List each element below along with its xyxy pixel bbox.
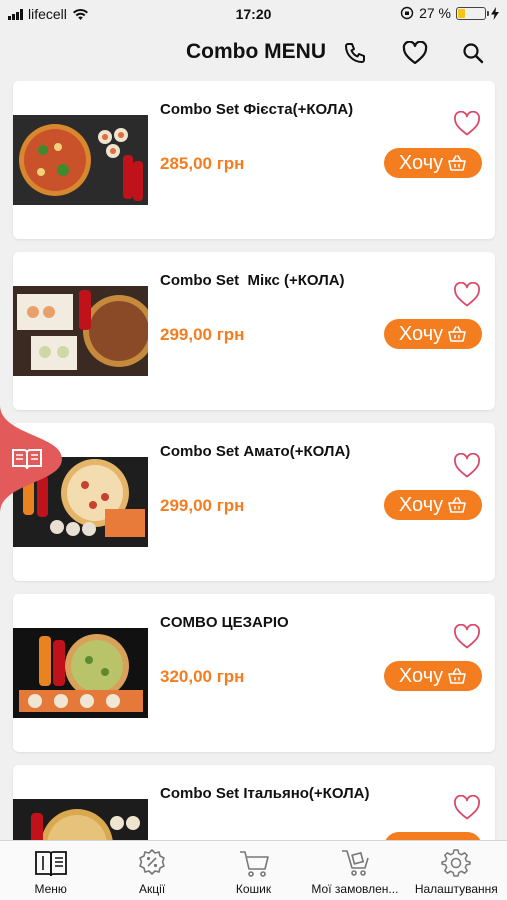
tab-label: Кошик xyxy=(235,882,272,896)
tab-menu[interactable]: Меню xyxy=(0,841,101,900)
phone-button[interactable] xyxy=(341,39,369,67)
search-icon xyxy=(463,43,484,64)
tab-promotions[interactable]: Акції xyxy=(101,841,202,900)
product-card[interactable]: Combo Set Амато(+КОЛА) 299,00 грн Хочу xyxy=(13,423,495,581)
product-image[interactable] xyxy=(13,628,148,718)
tab-label: Акції xyxy=(139,882,166,896)
orders-cart-icon xyxy=(338,847,372,879)
heart-outline-icon xyxy=(454,794,480,820)
product-name[interactable]: COMBO ЦЕЗАРІО xyxy=(160,614,289,631)
charging-bolt-icon xyxy=(491,6,499,20)
cart-icon xyxy=(237,847,271,879)
tab-cart[interactable]: Кошик xyxy=(203,841,304,900)
battery-percent: 27 % xyxy=(419,5,451,21)
menu-book-icon xyxy=(34,847,68,879)
want-button[interactable]: Хочу xyxy=(384,661,482,691)
side-menu-tab[interactable] xyxy=(0,405,62,513)
heart-outline-icon xyxy=(454,623,480,649)
tab-label: Мої замовлен... xyxy=(311,882,399,896)
want-button[interactable]: Хочу xyxy=(384,490,482,520)
product-list[interactable]: Combo Set Фієста(+КОЛА) 285,00 грн Хочу xyxy=(0,81,507,841)
tab-my-orders[interactable]: Мої замовлен... xyxy=(304,841,405,900)
discount-icon xyxy=(135,847,169,879)
heart-icon xyxy=(402,41,428,65)
page-title: Combo MENU xyxy=(186,40,326,63)
search-button[interactable] xyxy=(459,39,487,67)
want-button[interactable]: Хочу xyxy=(384,319,482,349)
orientation-lock-icon xyxy=(400,6,414,20)
product-name[interactable]: Combo Set Фієста(+КОЛА) xyxy=(160,101,353,118)
gear-icon xyxy=(439,847,473,879)
basket-icon xyxy=(448,155,466,171)
want-button-label: Хочу xyxy=(398,322,444,345)
phone-icon xyxy=(345,43,365,63)
tab-label: Налаштування xyxy=(414,882,498,896)
product-price: 299,00 грн xyxy=(160,496,245,515)
basket-icon xyxy=(448,497,466,513)
want-button[interactable]: Хочу xyxy=(384,148,482,178)
want-button-label: Хочу xyxy=(398,493,444,516)
want-button-label: Хочу xyxy=(398,151,444,174)
heart-outline-icon xyxy=(454,281,480,307)
product-price: 320,00 грн xyxy=(160,667,245,686)
add-to-favorites-button[interactable] xyxy=(453,281,481,308)
product-card[interactable]: Combo Set Фієста(+КОЛА) 285,00 грн Хочу xyxy=(13,81,495,239)
heart-outline-icon xyxy=(454,452,480,478)
product-image[interactable] xyxy=(13,286,148,376)
product-image[interactable] xyxy=(13,115,148,205)
add-to-favorites-button[interactable] xyxy=(453,794,481,821)
open-book-icon xyxy=(12,449,42,470)
product-card[interactable]: Combo Set Італьяно(+КОЛА) xyxy=(13,765,495,841)
product-card[interactable]: COMBO ЦЕЗАРІО 320,00 грн Хочу xyxy=(13,594,495,752)
add-to-favorites-button[interactable] xyxy=(453,623,481,650)
basket-icon xyxy=(448,326,466,342)
add-to-favorites-button[interactable] xyxy=(453,110,481,137)
product-name[interactable]: Combo Set Амато(+КОЛА) xyxy=(160,443,350,460)
product-name[interactable]: Combo Set Мікс (+КОЛА) xyxy=(160,272,345,289)
tab-label: Меню xyxy=(34,882,67,896)
add-to-favorites-button[interactable] xyxy=(453,452,481,479)
basket-icon xyxy=(448,668,466,684)
status-bar: lifecell 17:20 27 % xyxy=(0,0,507,28)
favorites-button[interactable] xyxy=(401,39,429,67)
product-price: 299,00 грн xyxy=(160,325,245,344)
app-header: Combo MENU xyxy=(0,28,507,78)
product-image[interactable] xyxy=(13,799,148,841)
bottom-tab-bar: Меню Акції Кошик Мої замовлен... Налашту… xyxy=(0,840,507,900)
heart-outline-icon xyxy=(454,110,480,136)
product-price: 285,00 грн xyxy=(160,154,245,173)
battery-icon xyxy=(456,6,489,20)
tab-settings[interactable]: Налаштування xyxy=(406,841,507,900)
product-name[interactable]: Combo Set Італьяно(+КОЛА) xyxy=(160,785,369,802)
product-card[interactable]: Combo Set Мікс (+КОЛА) 299,00 грн Хочу xyxy=(13,252,495,410)
want-button-label: Хочу xyxy=(398,664,444,687)
